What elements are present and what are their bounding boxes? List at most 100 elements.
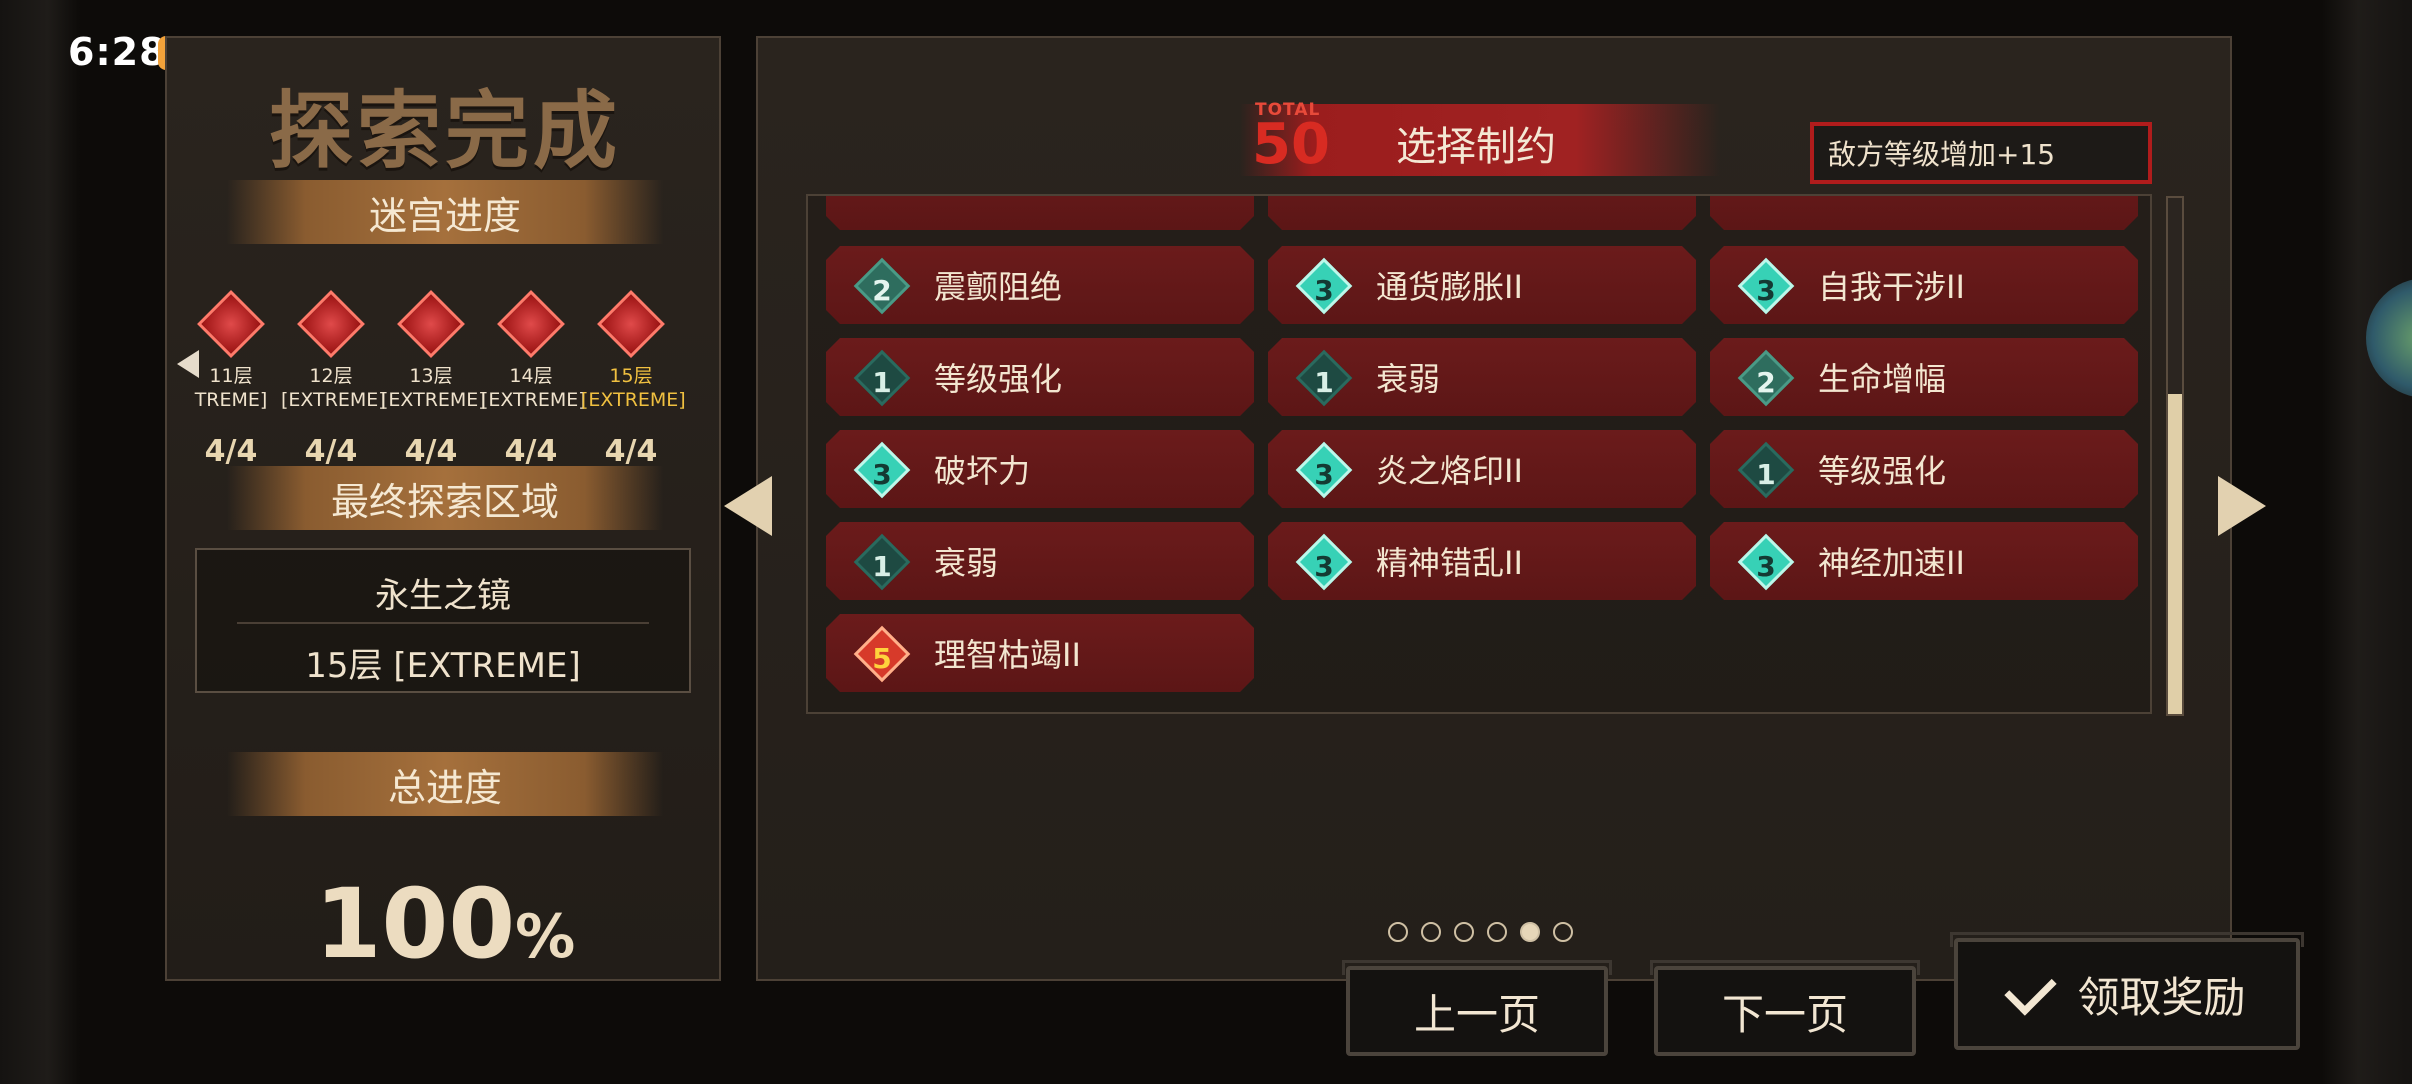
restriction-label: 等级强化 — [1818, 452, 1947, 490]
total-value: 50 — [1252, 112, 1330, 177]
page-dot — [1388, 922, 1408, 942]
floor-item-active: 15层 [EXTREME] 4/4 — [581, 290, 686, 469]
floor-mode: TREME] — [194, 389, 268, 411]
restriction-label: 衰弱 — [1376, 360, 1441, 398]
page-dot — [1454, 922, 1474, 942]
restriction-card[interactable]: 5 理智枯竭II — [826, 614, 1254, 692]
check-icon — [2004, 962, 2058, 1016]
claim-reward-label: 领取奖励 — [2077, 972, 2246, 1022]
list-scrollbar[interactable] — [2166, 196, 2184, 716]
restriction-card-partial[interactable] — [826, 194, 1254, 230]
restriction-list[interactable]: 2 震颤阻绝 3 通货膨胀II 3 自我干涉II 1 等级强化 1 衰弱 2 生… — [806, 194, 2152, 714]
restriction-card[interactable]: 3 神经加速II — [1710, 522, 2138, 600]
restriction-card[interactable]: 3 自我干涉II — [1710, 246, 2138, 324]
floor-item: 13层 [EXTREME] 4/4 — [381, 290, 486, 469]
page-title: 探索完成 — [268, 82, 621, 180]
restriction-card-partial[interactable] — [1268, 194, 1696, 230]
restriction-card-partial[interactable] — [1710, 194, 2138, 230]
floor-mode: [EXTREME] — [481, 389, 586, 411]
restriction-label: 生命增幅 — [1818, 360, 1947, 398]
restriction-label: 震颤阻绝 — [934, 268, 1063, 306]
restriction-label: 破坏力 — [934, 452, 1031, 490]
restriction-label: 精神错乱II — [1376, 544, 1523, 582]
final-area-header: 最终探索区域 — [227, 466, 663, 530]
scrollbar-thumb[interactable] — [2168, 394, 2182, 714]
final-area-box: 永生之镜 15层 [EXTREME] — [195, 548, 691, 693]
floor-emblem-icon — [197, 290, 265, 358]
floor-name: 12层 — [309, 365, 353, 387]
restriction-card[interactable]: 1 衰弱 — [826, 522, 1254, 600]
maze-progress-header: 迷宫进度 — [227, 180, 663, 244]
enemy-level-box: 敌方等级增加+15 — [1810, 122, 2152, 184]
level-badge-icon: 3 — [1296, 534, 1353, 591]
floor-count: 4/4 — [204, 434, 258, 469]
level-badge-icon: 1 — [1738, 442, 1795, 499]
restriction-label: 炎之烙印II — [1376, 452, 1523, 490]
next-page-button[interactable]: 下一页 — [1650, 960, 1920, 1056]
floor-name: 11层 — [209, 365, 253, 387]
total-progress-unit: % — [515, 902, 576, 972]
page-dot — [1421, 922, 1441, 942]
floor-mode: [EXTREME] — [581, 389, 686, 411]
level-badge-icon: 1 — [1296, 350, 1353, 407]
prev-arrow-icon[interactable] — [724, 476, 772, 536]
page-dot-active — [1520, 922, 1540, 942]
restriction-card[interactable]: 2 生命增幅 — [1710, 338, 2138, 416]
floor-emblem-icon — [597, 290, 665, 358]
final-area-floor: 15层 [EXTREME] — [305, 646, 581, 686]
level-badge-icon: 5 — [854, 626, 911, 683]
next-arrow-icon[interactable] — [2218, 476, 2266, 536]
floor-item: 14层 [EXTREME] 4/4 — [481, 290, 586, 469]
final-area-name: 永生之镜 — [375, 576, 511, 616]
restriction-label: 自我干涉II — [1818, 268, 1965, 306]
frame-edge-left — [0, 0, 80, 1084]
floor-item: 12层 [EXTREME] 4/4 — [281, 290, 386, 469]
level-badge-icon: 3 — [1296, 442, 1353, 499]
floor-name: 15层 — [609, 365, 653, 387]
divider — [237, 622, 649, 624]
level-badge-icon: 1 — [854, 350, 911, 407]
restriction-card[interactable]: 2 震颤阻绝 — [826, 246, 1254, 324]
floor-emblem-icon — [497, 290, 565, 358]
floor-emblem-icon — [397, 290, 465, 358]
restriction-label: 等级强化 — [934, 360, 1063, 398]
level-badge-icon: 3 — [854, 442, 911, 499]
restriction-label: 理智枯竭II — [934, 636, 1081, 674]
restriction-card[interactable]: 1 衰弱 — [1268, 338, 1696, 416]
floor-mode: [EXTREME] — [381, 389, 486, 411]
restriction-card[interactable]: 3 通货膨胀II — [1268, 246, 1696, 324]
restriction-card[interactable]: 1 等级强化 — [826, 338, 1254, 416]
restriction-label: 神经加速II — [1818, 544, 1965, 582]
exploration-summary-panel: 探索完成 迷宫进度 11层 TREME] 4/4 12层 [EXTREME] 4… — [165, 36, 721, 981]
level-badge-icon: 2 — [854, 258, 911, 315]
floor-count: 4/4 — [504, 434, 558, 469]
page-dot — [1487, 922, 1507, 942]
total-progress-header: 总进度 — [227, 752, 663, 816]
restriction-card[interactable]: 3 炎之烙印II — [1268, 430, 1696, 508]
prev-page-button[interactable]: 上一页 — [1342, 960, 1612, 1056]
floor-progress-list: 11层 TREME] 4/4 12层 [EXTREME] 4/4 13层 [EX… — [167, 290, 723, 490]
level-badge-icon: 3 — [1738, 258, 1795, 315]
level-badge-icon: 2 — [1738, 350, 1795, 407]
restriction-label: 衰弱 — [934, 544, 999, 582]
restriction-card[interactable]: 1 等级强化 — [1710, 430, 2138, 508]
floor-name: 14层 — [509, 365, 553, 387]
total-progress-number: 100 — [314, 868, 516, 980]
restriction-card[interactable]: 3 精神错乱II — [1268, 522, 1696, 600]
floor-count: 4/4 — [304, 434, 358, 469]
page-dot — [1553, 922, 1573, 942]
level-badge-icon: 1 — [854, 534, 911, 591]
floor-name: 13层 — [409, 365, 453, 387]
floor-count: 4/4 — [404, 434, 458, 469]
restriction-card[interactable]: 3 破坏力 — [826, 430, 1254, 508]
restriction-title: 选择制约 — [1396, 124, 1556, 170]
floor-emblem-icon — [297, 290, 365, 358]
page-indicator — [1388, 922, 1573, 942]
level-badge-icon: 3 — [1738, 534, 1795, 591]
level-badge-icon: 3 — [1296, 258, 1353, 315]
frame-edge-right — [2322, 0, 2412, 1084]
total-progress-value: 100% — [167, 868, 723, 980]
claim-reward-button[interactable]: 领取奖励 — [1950, 932, 2304, 1050]
floor-mode: [EXTREME] — [281, 389, 386, 411]
floor-item: 11层 TREME] 4/4 — [181, 290, 281, 469]
